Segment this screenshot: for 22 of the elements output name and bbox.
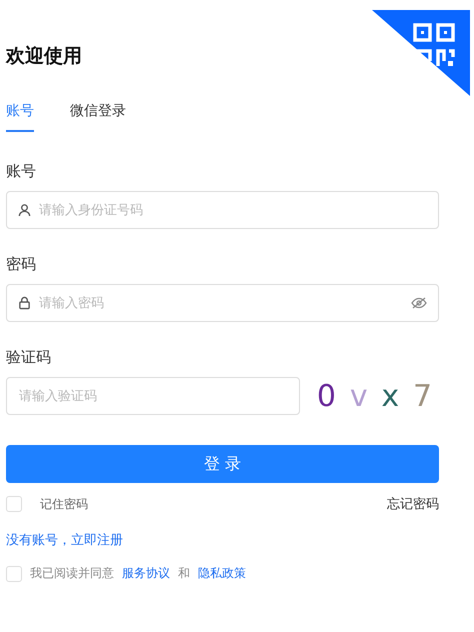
input-field[interactable]: 请输入验证码 bbox=[6, 377, 300, 415]
input-field[interactable]: 请输入密码 bbox=[6, 284, 439, 322]
tab[interactable]: 微信登录 bbox=[70, 102, 126, 132]
qr-code-icon[interactable] bbox=[372, 10, 470, 96]
tab[interactable]: 账号 bbox=[6, 102, 34, 132]
captcha-image[interactable]: 0 v x 7 bbox=[310, 377, 439, 415]
checkbox[interactable] bbox=[6, 496, 22, 512]
conjunction-text: 和 bbox=[178, 565, 190, 582]
checkbox[interactable] bbox=[6, 566, 22, 582]
field-label: 验证码 bbox=[6, 348, 52, 367]
input-field[interactable]: 请输入身份证号码 bbox=[6, 191, 439, 229]
eye-hidden-icon[interactable] bbox=[411, 297, 427, 309]
service-terms-link[interactable]: 服务协议 bbox=[122, 565, 170, 582]
remember-label: 记住密码 bbox=[40, 496, 88, 512]
agreement-text: 我已阅读并同意 bbox=[30, 565, 114, 582]
login-button[interactable]: 登 录 bbox=[6, 445, 439, 483]
page-title: 欢迎使用 bbox=[6, 44, 83, 69]
field-label: 密码 bbox=[6, 255, 37, 274]
field-label: 账号 bbox=[6, 162, 37, 181]
privacy-policy-link[interactable]: 隐私政策 bbox=[198, 565, 246, 582]
register-link[interactable]: 没有账号，立即注册 bbox=[6, 531, 123, 549]
forgot-password-link[interactable]: 忘记密码 bbox=[387, 495, 439, 513]
